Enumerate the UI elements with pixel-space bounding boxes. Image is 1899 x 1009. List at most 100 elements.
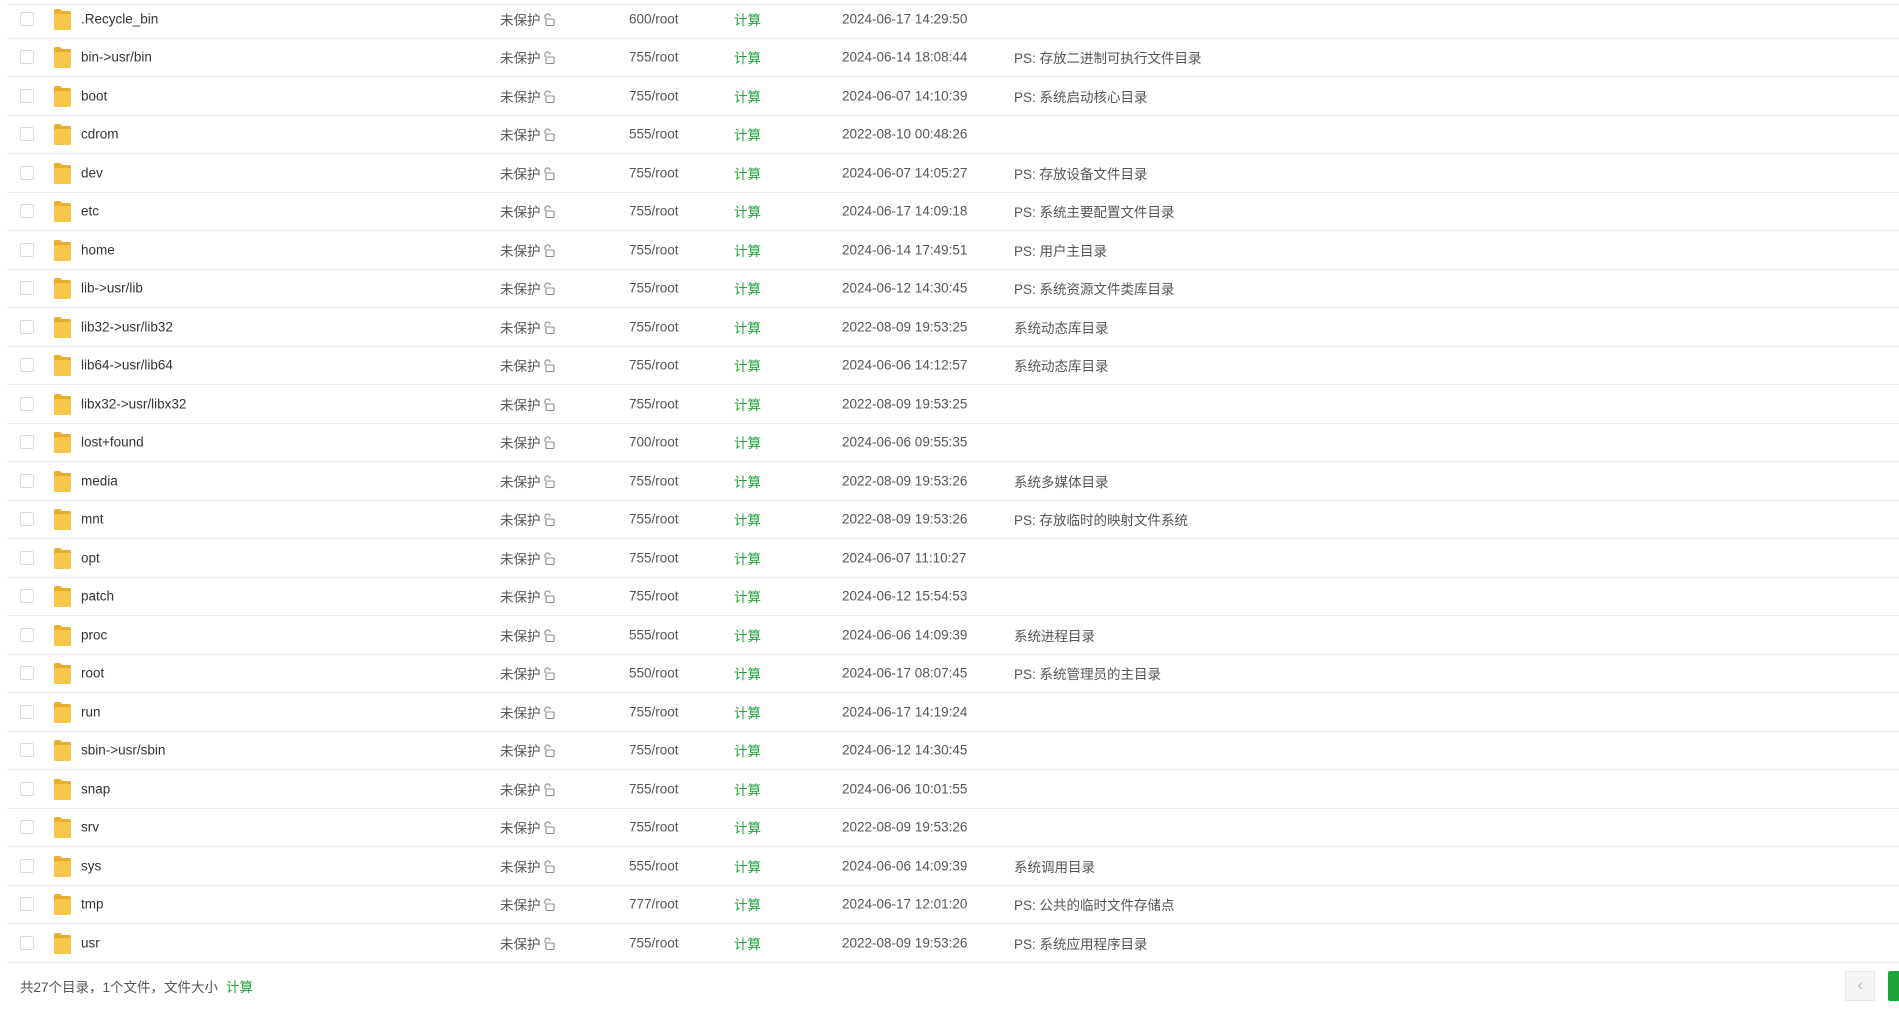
protect-status[interactable]: 未保护	[500, 432, 555, 452]
calc-size-link[interactable]: 计算	[734, 702, 761, 722]
protect-status[interactable]: 未保护	[500, 779, 555, 799]
file-name[interactable]: dev	[81, 165, 103, 180]
row-checkbox[interactable]	[20, 781, 34, 796]
file-name[interactable]: cdrom	[81, 127, 119, 142]
row-checkbox[interactable]	[20, 820, 34, 835]
file-name[interactable]: tmp	[81, 897, 104, 912]
calc-size-link[interactable]: 计算	[734, 779, 761, 799]
permission-owner[interactable]: 755/root	[629, 165, 679, 180]
permission-owner[interactable]: 755/root	[629, 204, 679, 219]
permission-owner[interactable]: 700/root	[629, 435, 679, 450]
protect-status[interactable]: 未保护	[500, 471, 555, 491]
protect-status[interactable]: 未保护	[500, 740, 555, 760]
calc-size-link[interactable]: 计算	[734, 471, 761, 491]
file-name[interactable]: srv	[81, 820, 99, 835]
file-name[interactable]: opt	[81, 550, 100, 565]
row-checkbox[interactable]	[20, 165, 34, 180]
permission-owner[interactable]: 755/root	[629, 473, 679, 488]
table-row[interactable]: cdrom 未保护 555/root 计算 2022-08-10 00:48:26	[7, 116, 1899, 154]
permission-owner[interactable]: 755/root	[629, 550, 679, 565]
table-row[interactable]: sbin->usr/sbin 未保护 755/root 计算 2024-06-12 14…	[7, 732, 1899, 770]
calc-size-link[interactable]: 计算	[734, 9, 761, 29]
protect-status[interactable]: 未保护	[500, 124, 555, 144]
table-row[interactable]: snap 未保护 755/root 计算 2024-06-06 10:01:55	[7, 770, 1899, 809]
table-row[interactable]: dev 未保护 755/root 计算 2024-06-07 14:05:27 PS: 存…	[7, 154, 1899, 193]
calc-size-link[interactable]: 计算	[734, 317, 761, 337]
protect-status[interactable]: 未保护	[500, 548, 555, 568]
pagination-prev-button[interactable]: ‹	[1845, 971, 1875, 1001]
protect-status[interactable]: 未保护	[500, 586, 555, 606]
file-name[interactable]: proc	[81, 627, 107, 642]
remark[interactable]: 系统进程目录	[1014, 625, 1095, 645]
row-checkbox[interactable]	[20, 935, 34, 950]
file-name[interactable]: home	[81, 242, 115, 257]
calc-size-link[interactable]: 计算	[734, 625, 761, 645]
protect-status[interactable]: 未保护	[500, 278, 555, 298]
calc-size-link[interactable]: 计算	[734, 394, 761, 414]
file-name[interactable]: libx32->usr/libx32	[81, 396, 186, 411]
permission-owner[interactable]: 755/root	[629, 396, 679, 411]
protect-status[interactable]: 未保护	[500, 894, 555, 914]
calc-size-link[interactable]: 计算	[734, 47, 761, 67]
file-name[interactable]: root	[81, 666, 104, 681]
file-name[interactable]: run	[81, 704, 101, 719]
footer-calc-size-link[interactable]: 计算	[226, 980, 253, 995]
permission-owner[interactable]: 550/root	[629, 666, 679, 681]
permission-owner[interactable]: 755/root	[629, 319, 679, 334]
row-checkbox[interactable]	[20, 88, 34, 103]
row-checkbox[interactable]	[20, 204, 34, 219]
row-checkbox[interactable]	[20, 897, 34, 912]
pagination-page-button[interactable]	[1888, 971, 1899, 1001]
row-checkbox[interactable]	[20, 627, 34, 642]
row-checkbox[interactable]	[20, 666, 34, 681]
file-name[interactable]: media	[81, 473, 118, 488]
permission-owner[interactable]: 755/root	[629, 88, 679, 103]
file-name[interactable]: snap	[81, 781, 110, 796]
protect-status[interactable]: 未保护	[500, 240, 555, 260]
calc-size-link[interactable]: 计算	[734, 124, 761, 144]
protect-status[interactable]: 未保护	[500, 625, 555, 645]
remark[interactable]: 系统动态库目录	[1014, 317, 1109, 337]
remark[interactable]: PS: 公共的临时文件存储点	[1014, 894, 1175, 914]
protect-status[interactable]: 未保护	[500, 317, 555, 337]
calc-size-link[interactable]: 计算	[734, 86, 761, 106]
row-checkbox[interactable]	[20, 704, 34, 719]
remark[interactable]: PS: 存放临时的映射文件系统	[1014, 509, 1188, 529]
protect-status[interactable]: 未保护	[500, 355, 555, 375]
calc-size-link[interactable]: 计算	[734, 163, 761, 183]
protect-status[interactable]: 未保护	[500, 163, 555, 183]
remark[interactable]: 系统动态库目录	[1014, 355, 1109, 375]
remark[interactable]: 系统多媒体目录	[1014, 471, 1109, 491]
file-name[interactable]: lib32->usr/lib32	[81, 319, 173, 334]
permission-owner[interactable]: 755/root	[629, 512, 679, 527]
file-name[interactable]: lib->usr/lib	[81, 281, 143, 296]
table-row[interactable]: usr 未保护 755/root 计算 2022-08-09 19:53:26 PS: 系…	[7, 924, 1899, 963]
table-row[interactable]: lib64->usr/lib64 未保护 755/root 计算 2024-06-06 …	[7, 347, 1899, 385]
permission-owner[interactable]: 755/root	[629, 358, 679, 373]
table-row[interactable]: tmp 未保护 777/root 计算 2024-06-17 12:01:20 PS: 公…	[7, 886, 1899, 924]
remark[interactable]: PS: 系统管理员的主目录	[1014, 663, 1161, 683]
remark[interactable]: 系统调用目录	[1014, 856, 1095, 876]
row-checkbox[interactable]	[20, 743, 34, 758]
table-row[interactable]: libx32->usr/libx32 未保护 755/root 计算 2022-08-0…	[7, 385, 1899, 424]
table-row[interactable]: .Recycle_bin 未保护 600/root 计算 2024-06-17 14:2…	[7, 0, 1899, 39]
calc-size-link[interactable]: 计算	[734, 355, 761, 375]
table-row[interactable]: run 未保护 755/root 计算 2024-06-17 14:19:24	[7, 693, 1899, 732]
row-checkbox[interactable]	[20, 11, 34, 26]
row-checkbox[interactable]	[20, 473, 34, 488]
row-checkbox[interactable]	[20, 550, 34, 565]
file-name[interactable]: patch	[81, 589, 114, 604]
row-checkbox[interactable]	[20, 358, 34, 373]
row-checkbox[interactable]	[20, 396, 34, 411]
table-row[interactable]: media 未保护 755/root 计算 2022-08-09 19:53:26 系统多…	[7, 462, 1899, 501]
calc-size-link[interactable]: 计算	[734, 201, 761, 221]
table-row[interactable]: lib->usr/lib 未保护 755/root 计算 2024-06-12 14:3…	[7, 270, 1899, 308]
remark[interactable]: PS: 用户主目录	[1014, 240, 1107, 260]
protect-status[interactable]: 未保护	[500, 933, 555, 953]
permission-owner[interactable]: 755/root	[629, 820, 679, 835]
table-row[interactable]: lost+found 未保护 700/root 计算 2024-06-06 09:55:…	[7, 424, 1899, 462]
permission-owner[interactable]: 755/root	[629, 50, 679, 65]
calc-size-link[interactable]: 计算	[734, 663, 761, 683]
calc-size-link[interactable]: 计算	[734, 817, 761, 837]
row-checkbox[interactable]	[20, 512, 34, 527]
